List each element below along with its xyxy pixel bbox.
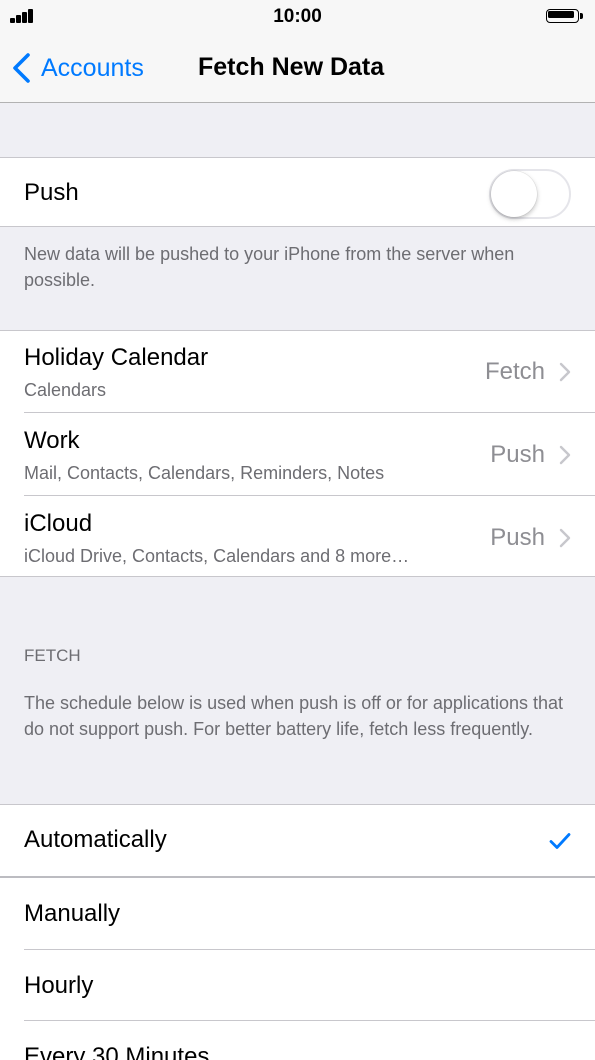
- push-toggle[interactable]: [489, 169, 571, 219]
- fetch-option-hourly[interactable]: Hourly: [0, 950, 595, 1021]
- account-mode-label: Fetch: [484, 358, 545, 385]
- account-row-icloud[interactable]: iCloud iCloud Drive, Contacts, Calendars…: [0, 496, 595, 577]
- accounts-group: Holiday Calendar Calendars Fetch Work Ma…: [0, 330, 595, 577]
- fetch-option-label: Hourly: [24, 972, 94, 999]
- account-fetch-mode: Fetch: [485, 358, 571, 386]
- account-row-work[interactable]: Work Mail, Contacts, Calendars, Reminder…: [0, 413, 595, 495]
- fetch-description: The schedule below is used when push is …: [24, 693, 563, 739]
- checkmark-icon: [549, 833, 571, 849]
- account-name: Work: [24, 427, 80, 454]
- fetch-option-every-30-minutes[interactable]: Every 30 Minutes: [0, 1021, 595, 1060]
- navigation-bar: Accounts Fetch New Data: [0, 34, 595, 103]
- account-services: iCloud Drive, Contacts, Calendars and 8 …: [24, 546, 410, 566]
- account-services: Mail, Contacts, Calendars, Reminders, No…: [24, 463, 385, 483]
- page-title: Fetch New Data: [198, 53, 385, 81]
- account-services: Calendars: [24, 380, 107, 400]
- fetch-option-label: Every 30 Minutes: [24, 1043, 210, 1060]
- push-label: Push: [24, 179, 79, 206]
- status-time: 10:00: [273, 6, 322, 27]
- fetch-option-label: Automatically: [24, 826, 167, 853]
- toggle-knob: [491, 171, 537, 217]
- chevron-right-icon: [559, 528, 571, 548]
- account-mode-label: Push: [490, 441, 545, 468]
- fetch-option-automatically[interactable]: Automatically: [0, 804, 595, 876]
- status-bar: 10:00: [0, 0, 595, 34]
- account-row-holiday-calendar[interactable]: Holiday Calendar Calendars Fetch: [0, 330, 595, 412]
- account-fetch-mode: Push: [490, 524, 571, 552]
- push-footer: New data will be pushed to your iPhone f…: [24, 244, 515, 290]
- chevron-right-icon: [559, 362, 571, 382]
- fetch-options-group: Automatically Manually Hourly Every 30 M…: [0, 804, 595, 1060]
- account-mode-label: Push: [490, 524, 545, 551]
- chevron-right-icon: [559, 445, 571, 465]
- account-fetch-mode: Push: [490, 441, 571, 469]
- chevron-left-icon: [13, 53, 30, 83]
- back-button-label: Accounts: [41, 53, 144, 82]
- fetch-option-manually[interactable]: Manually: [0, 878, 595, 950]
- push-cell: Push: [0, 157, 595, 227]
- back-button[interactable]: Accounts: [10, 48, 144, 88]
- battery-icon: [546, 9, 586, 25]
- fetch-section-header: FETCH: [24, 646, 81, 665]
- account-name: iCloud: [24, 510, 93, 537]
- account-name: Holiday Calendar: [24, 344, 209, 371]
- fetch-option-label: Manually: [24, 900, 121, 927]
